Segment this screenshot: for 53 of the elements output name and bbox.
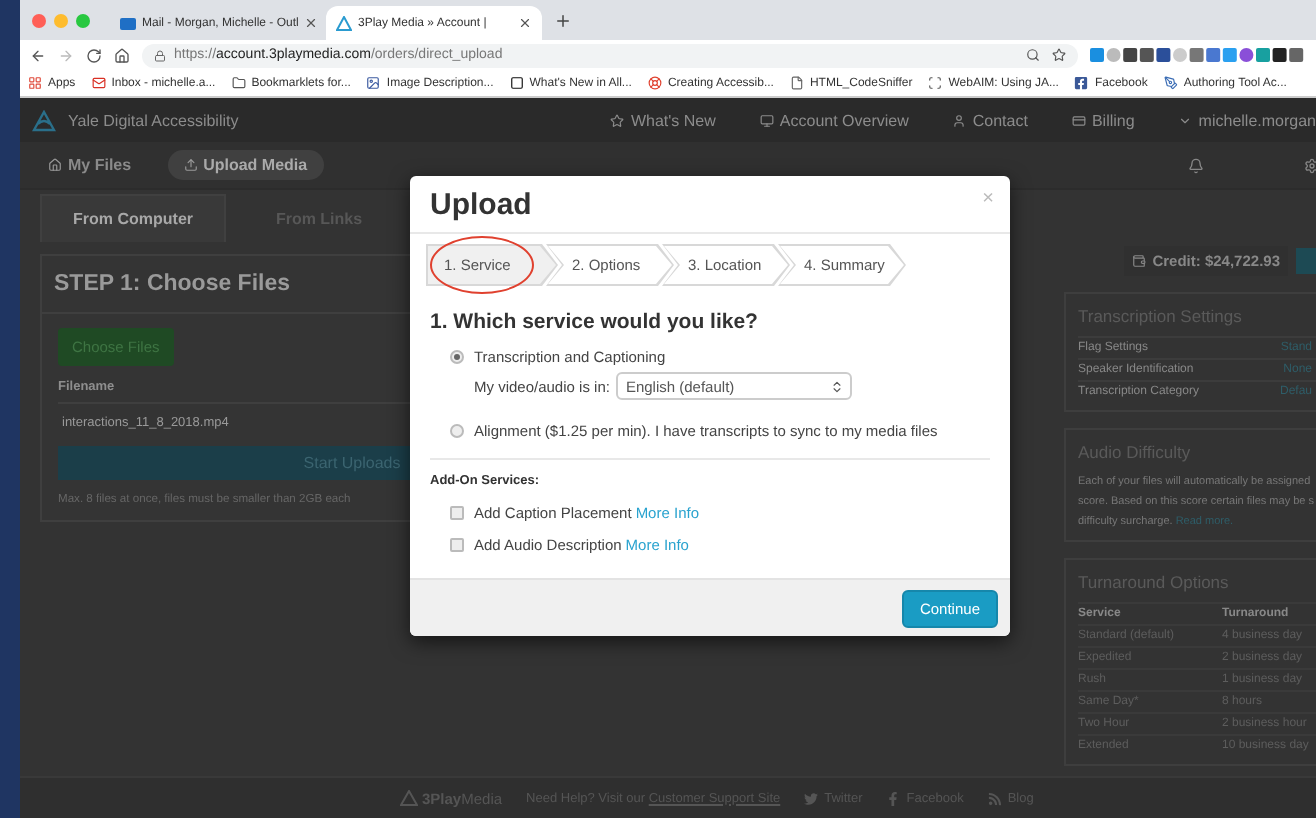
zoom-icon — [1026, 48, 1040, 62]
radio-button[interactable] — [450, 424, 464, 438]
lock-icon — [154, 49, 166, 61]
caret-icon — [1178, 113, 1193, 127]
source-tab[interactable]: From Computer — [40, 194, 226, 242]
subnav-tab[interactable]: My Files — [32, 150, 148, 180]
pen-icon — [1163, 76, 1178, 90]
image-icon — [366, 76, 381, 90]
square-icon — [509, 76, 524, 90]
lifebuoy-icon — [647, 76, 662, 90]
subnav-tab[interactable]: Upload Media — [167, 150, 324, 180]
bell-icon[interactable] — [1188, 157, 1204, 173]
logo-icon — [32, 109, 56, 131]
card-icon — [1071, 113, 1086, 127]
facebook-icon — [886, 791, 901, 805]
nav-link[interactable]: Contact — [952, 111, 1028, 129]
extension-icons-drawing[interactable] — [1090, 47, 1306, 63]
close-window-button[interactable] — [32, 13, 46, 27]
home-icon[interactable] — [114, 47, 130, 63]
reload-icon[interactable] — [86, 47, 102, 63]
logo-icon — [336, 15, 352, 31]
brand-name: Yale Digital Accessibility — [68, 111, 239, 129]
nav-link[interactable]: What's New — [610, 111, 716, 129]
person-icon — [952, 113, 967, 127]
checkbox[interactable] — [450, 506, 464, 520]
close-icon — [518, 16, 532, 30]
question-heading: 1. Which service would you like? — [430, 310, 760, 334]
nav-link[interactable]: Billing — [1071, 111, 1135, 129]
wallet-icon — [1132, 254, 1147, 268]
grid-icon — [28, 76, 42, 90]
checkbox[interactable] — [450, 538, 464, 552]
close-icon — [304, 16, 319, 30]
monitor-icon — [759, 113, 774, 127]
settings-icon[interactable] — [1304, 157, 1316, 173]
updown-icon — [829, 379, 844, 393]
nav-link[interactable]: Account Overview — [759, 111, 909, 129]
facebook-icon — [1074, 76, 1089, 90]
dialog-title: Upload — [430, 187, 532, 221]
upload-icon — [183, 158, 198, 172]
radio-button[interactable] — [450, 350, 464, 364]
back-icon[interactable] — [30, 47, 46, 63]
new-tab-icon[interactable] — [554, 11, 572, 29]
folder-icon — [231, 76, 246, 90]
page-icon — [789, 76, 804, 90]
mail-icon — [91, 76, 106, 90]
home-icon — [48, 158, 62, 172]
scan-icon — [928, 76, 943, 90]
mail-icon — [120, 15, 136, 31]
bird-icon — [804, 791, 819, 805]
star-icon — [610, 113, 625, 127]
nav-link[interactable]: michelle.morgan — [1178, 111, 1316, 129]
rss-icon — [987, 791, 1002, 805]
bookmark-star-icon[interactable] — [1052, 48, 1066, 62]
